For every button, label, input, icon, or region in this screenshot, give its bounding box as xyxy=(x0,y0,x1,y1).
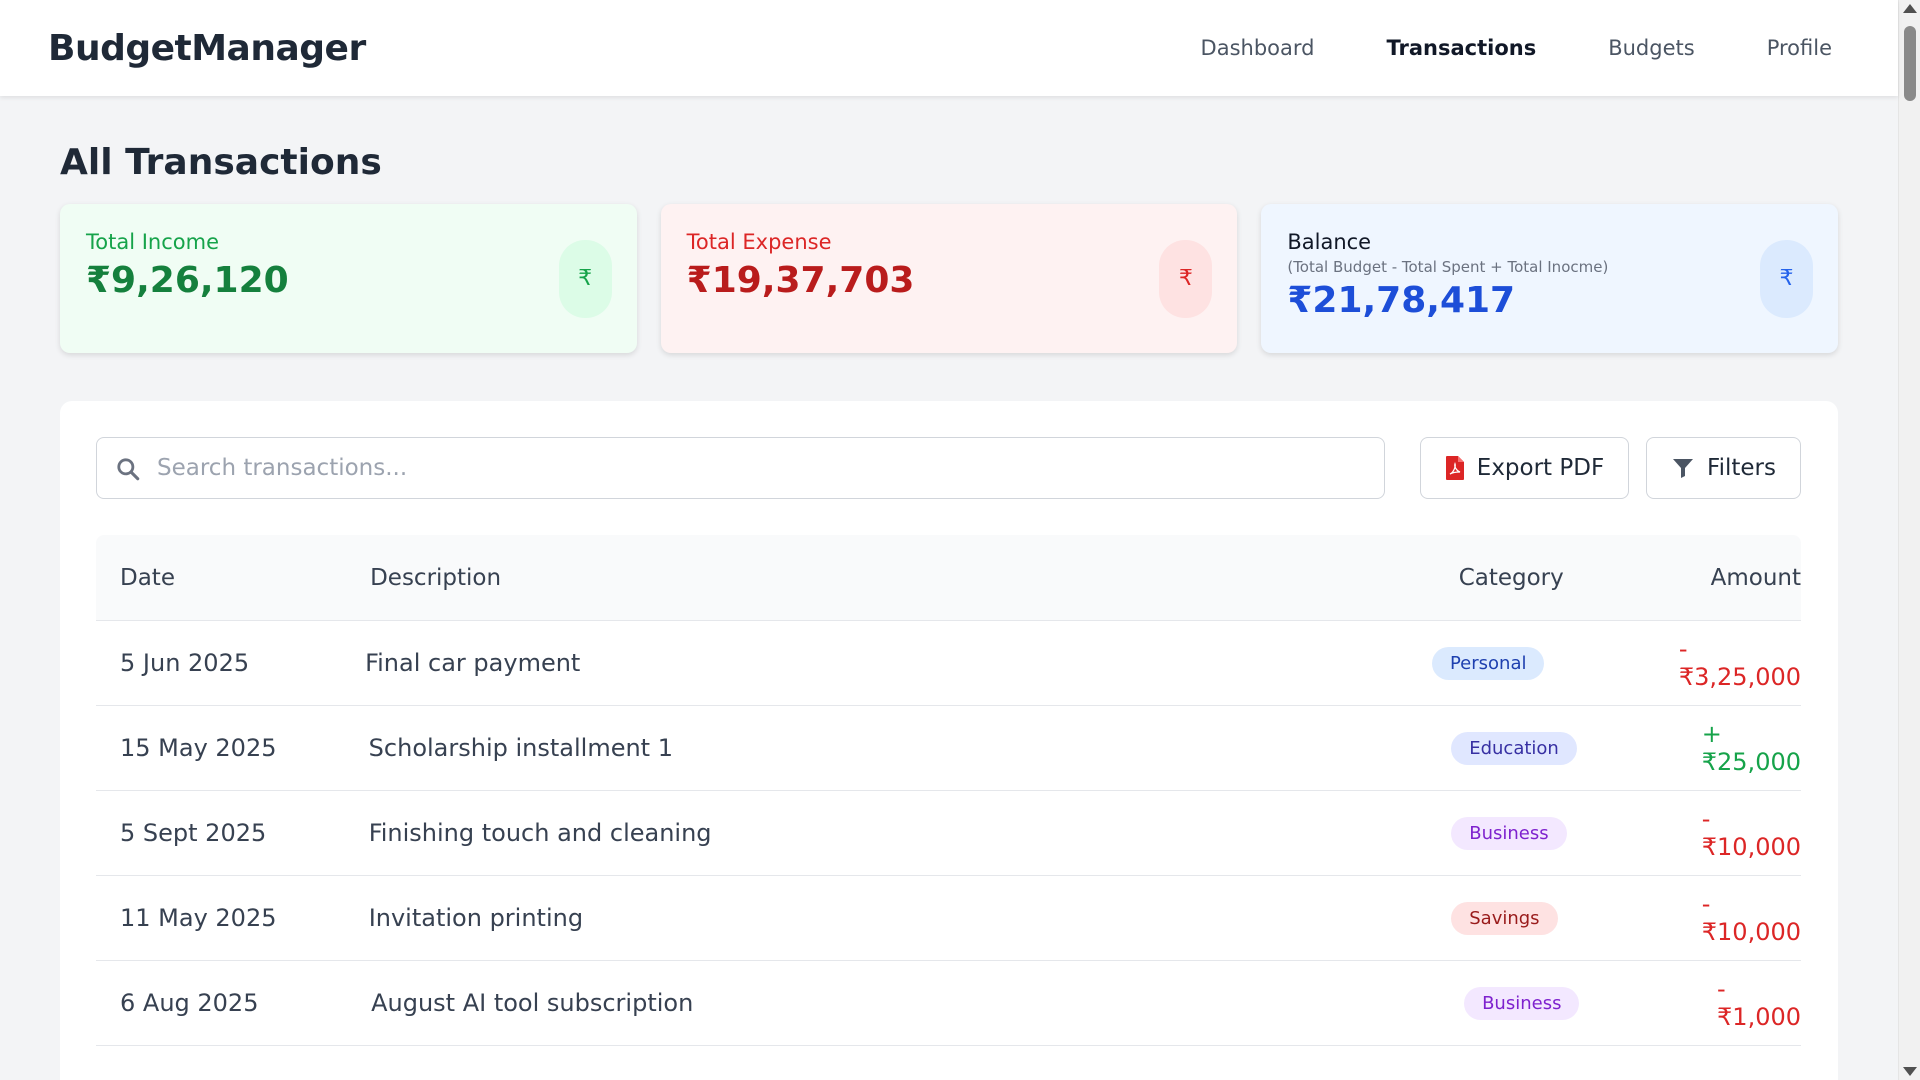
rupee-icon: ₹ xyxy=(558,239,612,318)
category-badge: Business xyxy=(1464,986,1580,1020)
row-amount: -₹3,25,000 xyxy=(1678,635,1802,691)
table-header: Date Description Category Amount xyxy=(96,535,1801,621)
row-date: 5 Sept 2025 xyxy=(120,819,267,847)
table-row[interactable]: 11 May 2025 Invitation printing Savings … xyxy=(96,876,1801,961)
header-category[interactable]: Category xyxy=(1459,565,1711,591)
table-row[interactable]: 5 Jun 2025 Final car payment Personal -₹… xyxy=(96,621,1801,706)
row-amount: -₹10,000 xyxy=(1701,890,1802,946)
nav-transactions[interactable]: Transactions xyxy=(1350,36,1572,60)
expense-card: Total Expense ₹19,37,703 ₹ xyxy=(660,204,1238,353)
transactions-table: Date Description Category Amount 5 Jun 2… xyxy=(96,535,1801,1046)
scroll-down-arrow-icon[interactable] xyxy=(1903,1067,1917,1076)
main-nav: Dashboard Transactions Budgets Profile xyxy=(1165,36,1850,60)
search-box[interactable] xyxy=(96,437,1385,499)
row-description: Finishing touch and cleaning xyxy=(368,819,712,847)
scroll-up-arrow-icon[interactable] xyxy=(1903,4,1917,13)
search-icon xyxy=(117,458,140,481)
income-label: Total Income xyxy=(86,230,219,254)
header-date[interactable]: Date xyxy=(96,565,370,591)
balance-label: Balance xyxy=(1287,230,1372,254)
page-scrollbar[interactable] xyxy=(1898,0,1920,1080)
nav-budgets[interactable]: Budgets xyxy=(1572,36,1730,60)
expense-value: ₹19,37,703 xyxy=(686,260,915,301)
row-amount: +₹25,000 xyxy=(1701,720,1801,776)
balance-card: Balance (Total Budget - Total Spent + To… xyxy=(1261,204,1839,353)
income-value: ₹9,26,120 xyxy=(86,260,289,301)
summary-cards: Total Income ₹9,26,120 ₹ Total Expense ₹… xyxy=(60,204,1839,353)
row-date: 6 Aug 2025 xyxy=(120,989,259,1017)
table-row[interactable]: 15 May 2025 Scholarship installment 1 Ed… xyxy=(96,706,1801,791)
category-badge: Education xyxy=(1451,731,1577,765)
category-badge: Personal xyxy=(1431,646,1545,680)
brand-logo[interactable]: BudgetManager xyxy=(48,28,366,69)
row-description: Scholarship installment 1 xyxy=(368,734,673,762)
page-title: All Transactions xyxy=(60,142,382,183)
toolbar: Export PDF Filters xyxy=(96,437,1802,499)
row-date: 15 May 2025 xyxy=(120,734,277,762)
header-amount[interactable]: Amount xyxy=(1711,565,1801,591)
row-amount: -₹10,000 xyxy=(1701,805,1802,861)
transactions-panel: Export PDF Filters Date Description Cate… xyxy=(60,401,1838,1080)
rupee-icon: ₹ xyxy=(1760,239,1814,318)
filters-button[interactable]: Filters xyxy=(1646,437,1801,499)
category-badge: Savings xyxy=(1451,901,1558,935)
row-description: Final car payment xyxy=(365,649,581,677)
filters-label: Filters xyxy=(1707,455,1776,481)
balance-formula: (Total Budget - Total Spent + Total Inoc… xyxy=(1287,258,1609,276)
row-amount: -₹1,000 xyxy=(1717,975,1802,1031)
scroll-thumb[interactable] xyxy=(1904,26,1916,101)
export-pdf-button[interactable]: Export PDF xyxy=(1420,437,1629,499)
export-pdf-label: Export PDF xyxy=(1476,455,1605,481)
row-date: 5 Jun 2025 xyxy=(120,649,250,677)
row-description: Invitation printing xyxy=(368,904,584,932)
filter-icon xyxy=(1673,459,1694,478)
table-row[interactable]: 6 Aug 2025 August AI tool subscription B… xyxy=(96,961,1801,1046)
nav-profile[interactable]: Profile xyxy=(1731,36,1850,60)
expense-label: Total Expense xyxy=(686,230,832,254)
pdf-file-icon xyxy=(1445,456,1464,480)
table-row[interactable]: 5 Sept 2025 Finishing touch and cleaning… xyxy=(96,791,1801,876)
category-badge: Business xyxy=(1451,816,1567,850)
nav-dashboard[interactable]: Dashboard xyxy=(1165,36,1351,60)
top-navbar: BudgetManager Dashboard Transactions Bud… xyxy=(0,0,1898,96)
balance-value: ₹21,78,417 xyxy=(1287,280,1516,321)
header-description[interactable]: Description xyxy=(370,565,1459,591)
row-date: 11 May 2025 xyxy=(120,904,277,932)
rupee-icon: ₹ xyxy=(1159,239,1213,318)
row-description: August AI tool subscription xyxy=(371,989,694,1017)
income-card: Total Income ₹9,26,120 ₹ xyxy=(60,204,637,353)
search-input[interactable] xyxy=(157,455,1357,481)
